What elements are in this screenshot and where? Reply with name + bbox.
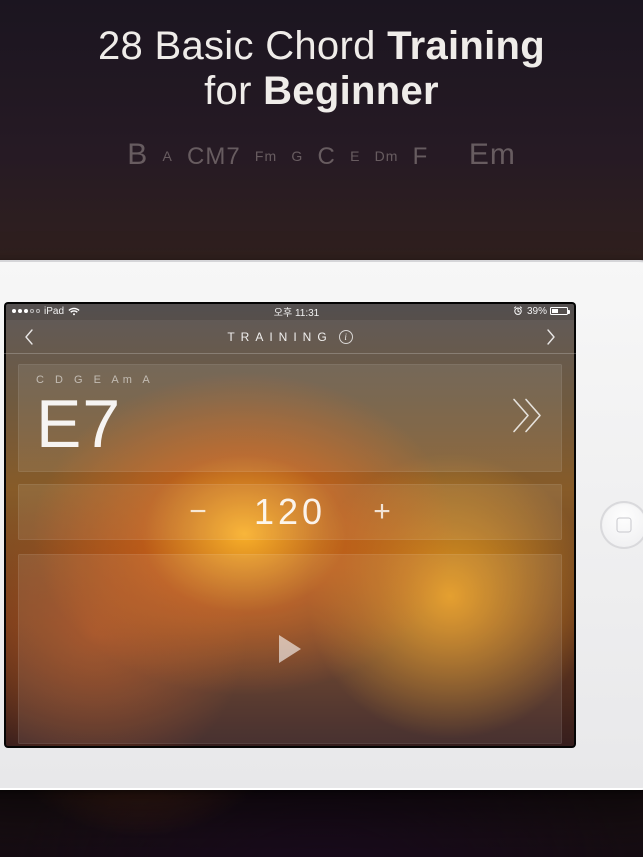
- battery-indicator: 39%: [527, 306, 568, 317]
- status-carrier: iPad: [44, 306, 64, 317]
- nav-back-button[interactable]: [14, 320, 44, 353]
- next-chord-button[interactable]: [510, 396, 544, 441]
- nav-title-text: TRAINING: [227, 330, 332, 344]
- chord-cloud-item: E: [347, 148, 363, 164]
- chord-cloud-item: Fm: [252, 148, 280, 164]
- current-chord: E7: [36, 390, 544, 458]
- chord-cloud-item: F: [410, 143, 432, 170]
- app-navbar: TRAINING i: [4, 320, 576, 354]
- signal-icon: [12, 309, 40, 313]
- tempo-panel: − 120 +: [18, 484, 562, 540]
- chord-panel[interactable]: C D G E Am A E7: [18, 364, 562, 472]
- chevron-left-icon: [24, 329, 34, 345]
- chord-previous-sequence: C D G E Am A: [36, 374, 544, 386]
- chord-cloud-item: C: [315, 143, 339, 170]
- promo-block: 28 Basic Chord Training for Beginner B A…: [0, 24, 643, 172]
- chord-cloud-item: B: [124, 138, 151, 171]
- home-button[interactable]: [600, 501, 643, 549]
- tempo-decrease-button[interactable]: −: [180, 495, 216, 529]
- chord-cloud-item: G: [288, 148, 306, 164]
- chord-cloud: B A CM7 Fm G C E Dm F Em: [0, 138, 643, 172]
- app-content: C D G E Am A E7 − 120 +: [4, 354, 576, 748]
- promo-headline-strong2: Beginner: [263, 69, 439, 113]
- promo-headline-pre: 28 Basic Chord: [98, 24, 387, 68]
- chord-cloud-item: Em: [466, 138, 519, 171]
- nav-next-button[interactable]: [536, 320, 566, 353]
- play-icon: [276, 633, 304, 665]
- status-bar: iPad 오후 11:31 39%: [4, 302, 576, 320]
- chord-cloud-item: CM7: [184, 143, 244, 170]
- ipad-frame: iPad 오후 11:31 39% TRAI: [0, 260, 643, 790]
- tempo-value: 120: [254, 491, 326, 533]
- battery-icon: [550, 307, 568, 315]
- play-button[interactable]: [276, 633, 304, 665]
- chevron-right-icon: [546, 329, 556, 345]
- double-chevron-right-icon: [510, 396, 544, 436]
- info-icon[interactable]: i: [339, 330, 353, 344]
- tempo-increase-button[interactable]: +: [364, 495, 400, 529]
- play-panel: [18, 554, 562, 744]
- status-time: 오후 11:31: [274, 304, 319, 319]
- promo-headline-strong1: Training: [387, 24, 545, 68]
- promo-headline: 28 Basic Chord Training for Beginner: [0, 24, 643, 114]
- chord-cloud-item: A: [159, 148, 175, 164]
- device-screen: iPad 오후 11:31 39% TRAI: [4, 302, 576, 748]
- chord-cloud-item: Dm: [372, 148, 402, 164]
- nav-title: TRAINING i: [227, 330, 352, 344]
- battery-percent: 39%: [527, 306, 547, 317]
- promo-headline-mid: for: [204, 69, 263, 113]
- alarm-icon: [513, 306, 523, 316]
- wifi-icon: [68, 307, 80, 316]
